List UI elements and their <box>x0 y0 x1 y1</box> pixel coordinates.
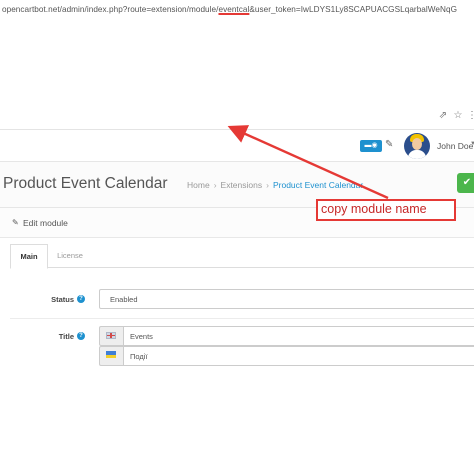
help-icon[interactable]: ? <box>77 332 85 340</box>
admin-header <box>0 130 474 162</box>
star-icon[interactable]: ☆ <box>452 110 464 122</box>
save-button[interactable]: ✔ <box>457 173 474 193</box>
breadcrumb: Home › Extensions › Product Event Calendar <box>187 180 364 190</box>
user-name[interactable]: John Doe <box>437 141 473 151</box>
breadcrumb-home[interactable]: Home <box>187 180 210 190</box>
breadcrumb-extensions[interactable]: Extensions <box>221 180 263 190</box>
url-text[interactable]: opencartbot.net/admin/index.php?route=ex… <box>2 5 457 14</box>
title-input-en[interactable] <box>123 326 474 346</box>
tab-license[interactable]: License <box>52 244 88 269</box>
url-module-name: eventcal <box>218 5 250 14</box>
title-value-en: Events <box>130 332 153 341</box>
title-value-ua: Події <box>130 352 148 361</box>
uk-flag-icon <box>106 332 116 339</box>
url-suffix: &user_token=IwLDYS1Ly8SCAPUACGSLqarbalWe… <box>249 5 457 14</box>
status-label: Status <box>51 295 74 304</box>
eraser-icon[interactable]: ✎ <box>385 139 393 150</box>
status-select[interactable] <box>99 289 474 309</box>
menu-icon[interactable]: ⋮ <box>466 110 474 122</box>
title-label: Title <box>58 332 74 341</box>
ukraine-flag-icon <box>106 354 116 358</box>
page-title: Product Event Calendar <box>3 175 168 192</box>
notification-icon[interactable]: ▬◉ <box>360 140 382 152</box>
status-value: Enabled <box>110 295 138 304</box>
annotation-text: copy module name <box>321 202 427 216</box>
divider <box>10 318 474 319</box>
panel-title: Edit module <box>23 218 68 228</box>
browser-url-bar[interactable] <box>0 107 474 129</box>
url-prefix: opencartbot.net/admin/index.php?route=ex… <box>2 5 219 14</box>
breadcrumb-current[interactable]: Product Event Calendar <box>273 180 363 190</box>
share-icon[interactable]: ⇗ <box>437 110 449 122</box>
tab-main[interactable]: Main <box>10 244 48 269</box>
title-input-ua[interactable] <box>123 346 474 366</box>
chevron-down-icon[interactable]: ▼ <box>470 141 474 147</box>
avatar[interactable] <box>404 133 430 159</box>
pencil-icon: ✎ <box>12 218 19 227</box>
help-icon[interactable]: ? <box>77 295 85 303</box>
